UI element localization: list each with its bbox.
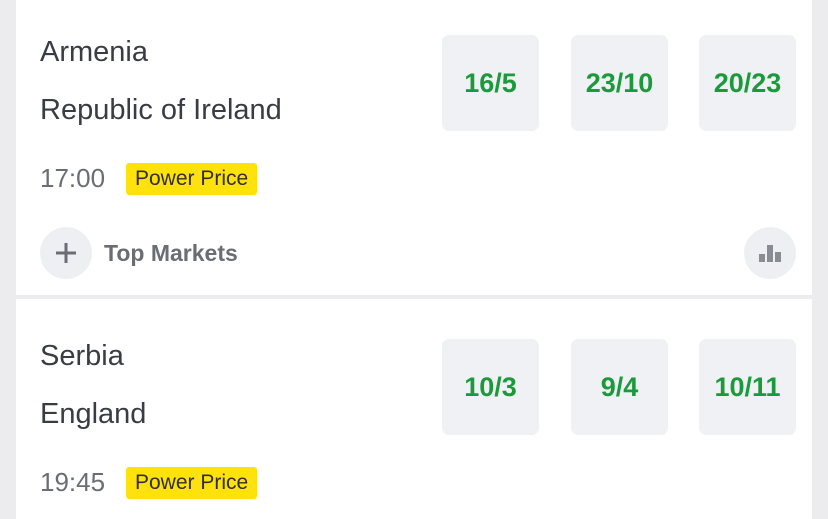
stats-button[interactable] — [744, 227, 796, 279]
event-time: 19:45 — [40, 467, 106, 497]
plus-icon — [56, 243, 76, 263]
draw-odds-button[interactable]: 9/4 — [571, 339, 668, 435]
away-team-name: Republic of Ireland — [40, 94, 282, 126]
away-win-odds-button[interactable]: 10/11 — [699, 339, 796, 435]
away-win-odds-button[interactable]: 20/23 — [699, 35, 796, 131]
draw-odds-button[interactable]: 23/10 — [571, 35, 668, 131]
event-time: 17:00 — [40, 163, 106, 193]
home-win-odds-button[interactable]: 10/3 — [442, 339, 539, 435]
bar-chart-icon — [759, 245, 781, 262]
home-team-name: Serbia — [40, 340, 124, 372]
expand-markets-button[interactable] — [40, 227, 92, 279]
top-markets-link[interactable]: Top Markets — [104, 240, 238, 267]
power-price-badge: Power Price — [126, 467, 258, 499]
home-win-odds-button[interactable]: 16/5 — [442, 35, 539, 131]
event-card: Serbia England 19:45 Power Price 10/3 9/… — [16, 299, 812, 519]
away-team-name: England — [40, 398, 147, 430]
power-price-badge: Power Price — [126, 163, 258, 195]
event-card: Armenia Republic of Ireland 17:00 Power … — [16, 0, 812, 295]
home-team-name: Armenia — [40, 36, 148, 68]
